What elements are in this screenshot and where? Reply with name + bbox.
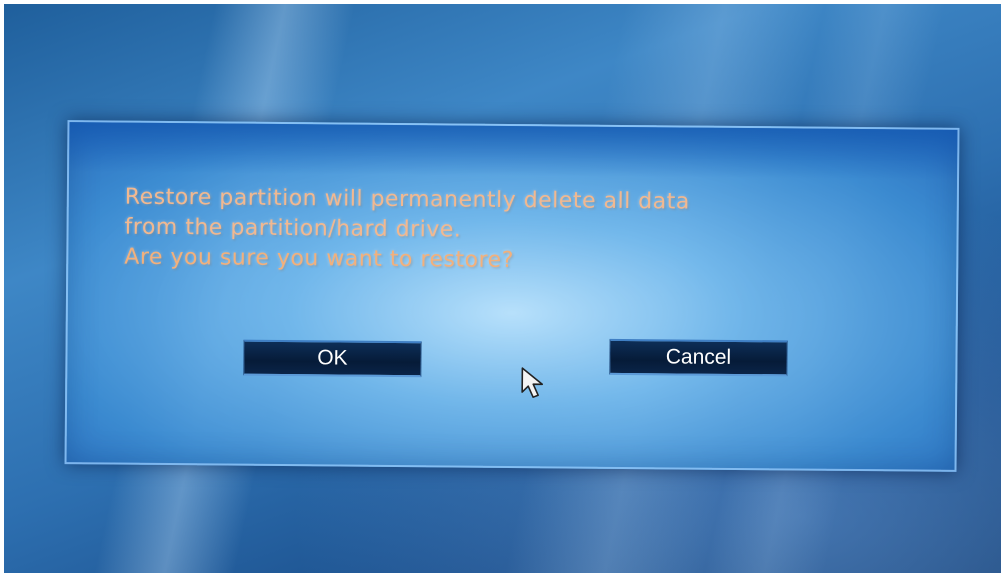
dialog-header-band: [69, 122, 958, 180]
message-question: Are you sure you want to restore?: [124, 244, 514, 274]
dialog-message: Restore partition will permanently delet…: [124, 183, 925, 280]
restore-confirm-dialog: Restore partition will permanently delet…: [64, 120, 960, 472]
ok-button[interactable]: OK: [243, 339, 422, 378]
desktop-background: Restore partition will permanently delet…: [4, 4, 1001, 573]
mouse-pointer-icon: [521, 367, 544, 398]
cancel-button[interactable]: Cancel: [609, 338, 788, 377]
